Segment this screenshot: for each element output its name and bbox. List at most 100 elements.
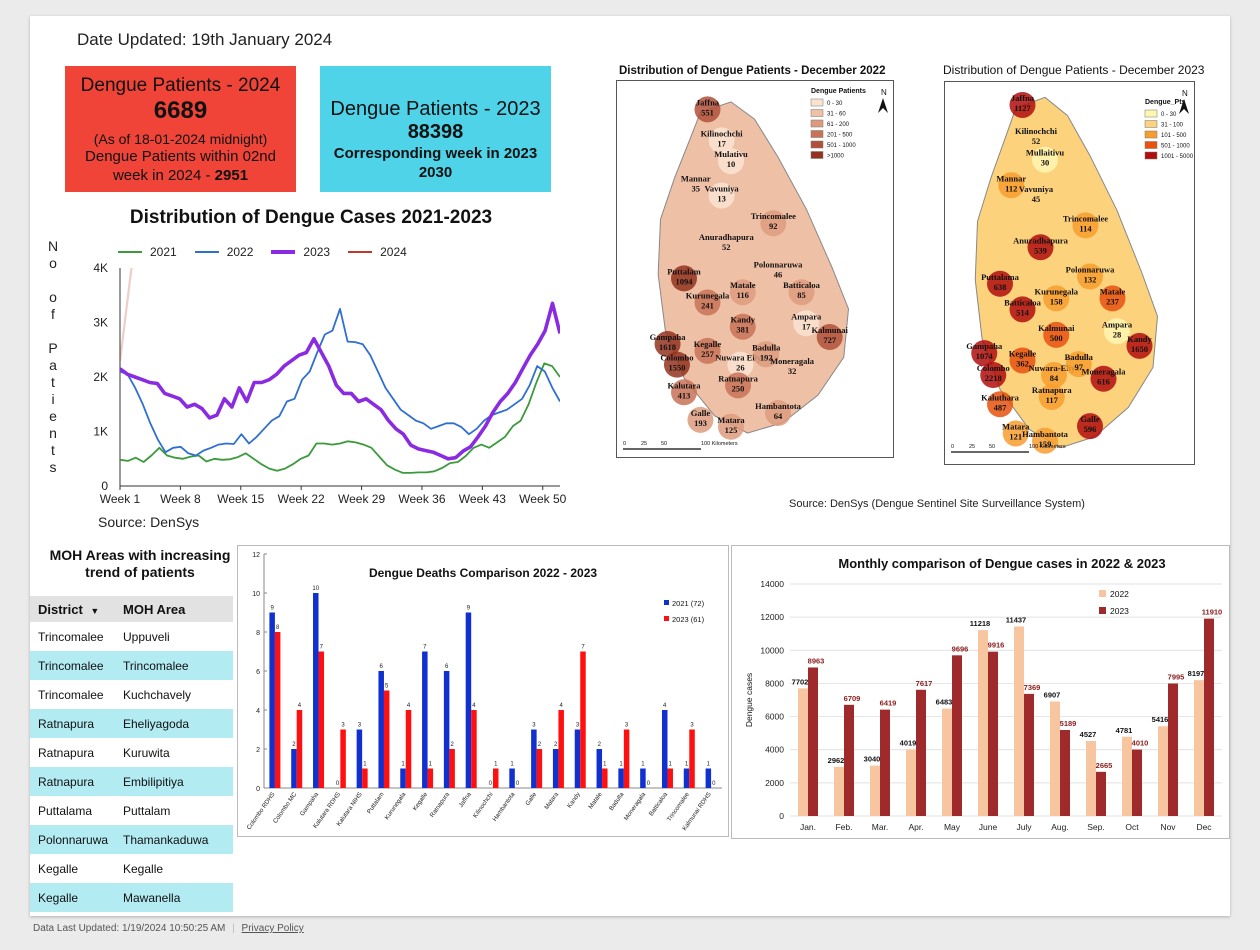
bar-2023	[1024, 693, 1034, 816]
map-legend-title: Dengue Patients	[811, 88, 866, 95]
ylabel-char: t	[51, 442, 55, 458]
bar-value-label: 4	[472, 703, 476, 709]
district-value: 514	[1016, 307, 1030, 317]
table-row[interactable]: Trincomalee Kuchchavely	[30, 680, 233, 709]
table-row[interactable]: Polonnaruwa Thamankaduwa	[30, 825, 233, 854]
bar-2022	[1158, 726, 1168, 816]
bar-value-label: 9696	[952, 644, 969, 653]
district-name: Trincomalee	[1063, 213, 1108, 223]
deaths-chart-title: Dengue Deaths Comparison 2022 - 2023	[369, 566, 597, 580]
district-value: 85	[797, 290, 806, 300]
bar-value-label: 8197	[1188, 669, 1205, 678]
district-name: Mullaitivu	[1026, 148, 1065, 158]
bar-2022	[1050, 701, 1060, 816]
table-row[interactable]: Kegalle Kegalle	[30, 854, 233, 883]
district-value: 487	[994, 402, 1008, 412]
legend-swatch	[271, 250, 296, 254]
y-tick-label: 8000	[765, 678, 784, 688]
category-label: Kilinochchi	[472, 791, 495, 819]
district-name: Kalutharа	[981, 392, 1020, 402]
bar-2021	[443, 671, 450, 788]
category-label: Matale	[587, 791, 604, 811]
bar-2021	[465, 612, 472, 788]
legend-label: 2021 (72)	[672, 599, 705, 608]
sort-down-icon[interactable]: ▼	[90, 606, 99, 616]
table-row[interactable]: Ratnapura Kuruwita	[30, 738, 233, 767]
scale-label: 50	[661, 441, 667, 447]
map-legend-swatch	[1144, 109, 1158, 118]
month-label: Mar.	[872, 822, 889, 832]
legend-label: 2022	[1110, 589, 1129, 599]
bar-2023	[1096, 771, 1106, 816]
bar-2021	[422, 651, 428, 788]
district-value: 1127	[1014, 103, 1031, 113]
bar-2023	[623, 729, 630, 788]
bar-2023	[405, 710, 412, 788]
bar-value-label: 4527	[1080, 730, 1097, 739]
bar-2023	[362, 768, 368, 788]
table-row[interactable]: Ratnapura Embilipitiya	[30, 767, 233, 796]
map-legend-label: 0 - 30	[827, 101, 843, 107]
moh-area-cell: Mawanella	[123, 890, 181, 905]
ylabel-char: f	[51, 306, 55, 322]
district-name: Moneragala	[1082, 367, 1127, 377]
north-arrow: N	[1182, 89, 1188, 98]
district-value: 241	[701, 301, 714, 311]
bar-2021	[313, 593, 319, 788]
bar-value-label: 1	[641, 762, 645, 768]
legend-swatch	[194, 251, 219, 253]
moh-area-cell: Trincomalee	[123, 658, 189, 673]
bar-2022	[1194, 680, 1204, 816]
district-cell: Kegalle	[38, 890, 79, 905]
bar-value-label: 1	[494, 762, 498, 768]
table-row[interactable]: Trincomalee Uppuveli	[30, 622, 233, 651]
monthly-chart-panel: Monthly comparison of Dengue cases in 20…	[731, 545, 1230, 839]
bar-value-label: 4781	[1116, 726, 1133, 735]
table-row[interactable]: Trincomalee Trincomalee	[30, 651, 233, 680]
map-legend-swatch	[1144, 151, 1158, 160]
district-value: 28	[1113, 329, 1122, 339]
table-row[interactable]: Ratnapura Eheliyagoda	[30, 709, 233, 738]
bar-value-label: 4	[298, 703, 302, 709]
bar-2023	[952, 655, 962, 816]
district-name: Colombo	[977, 363, 1010, 373]
district-name: Ampara	[791, 311, 822, 321]
ylabel-char: N	[47, 238, 59, 254]
bar-2023	[916, 689, 926, 816]
ylabel-char: t	[51, 374, 55, 390]
bar-2021	[552, 749, 559, 788]
privacy-policy-link[interactable]: Privacy Policy	[242, 923, 304, 934]
scale-label: 50	[989, 444, 995, 450]
district-value: 112	[1005, 183, 1017, 193]
district-value: 1650	[1131, 344, 1148, 354]
district-name: Puttalama	[981, 272, 1020, 282]
moh-area-cell: Puttalam	[123, 803, 171, 818]
bar-value-label: 4	[560, 703, 564, 709]
moh-table: District ▼ MOH Area Trincomalee Uppuveli T…	[30, 596, 233, 912]
district-name: Matara	[717, 415, 745, 425]
category-label: Matara	[543, 791, 560, 811]
district-column-header[interactable]: District ▼	[30, 602, 123, 617]
category-label: Kurunegala	[384, 791, 408, 821]
table-row[interactable]: Kegalle Mawanella	[30, 883, 233, 912]
legend-label: 2022	[226, 245, 254, 259]
deaths-chart: Dengue Deaths Comparison 2022 - 2023 0 2 4 6…	[246, 552, 722, 832]
map-legend-label: 501 - 1000	[1161, 144, 1190, 150]
bar-2021	[378, 671, 384, 788]
category-label: Puttalam	[366, 791, 386, 815]
scale-label: 0	[623, 441, 626, 447]
series-line-2021	[120, 362, 560, 474]
table-row[interactable]: Puttalama Puttalam	[30, 796, 233, 825]
district-value: 10	[727, 159, 736, 169]
district-name: Badulla	[752, 342, 781, 352]
map-legend-title: Dengue_Pts	[1145, 99, 1186, 106]
district-value: 2218	[985, 373, 1002, 383]
bar-2023	[471, 710, 477, 788]
bar-2021	[640, 768, 646, 788]
card-dengue-2024: Dengue Patients - 2024 6689 (As of 18-01…	[65, 66, 296, 192]
bar-2022	[942, 708, 952, 816]
district-name: Kalutara	[667, 380, 701, 390]
bar-2023	[1060, 730, 1070, 816]
month-label: May	[944, 822, 961, 832]
legend-item: 2023	[271, 245, 330, 259]
